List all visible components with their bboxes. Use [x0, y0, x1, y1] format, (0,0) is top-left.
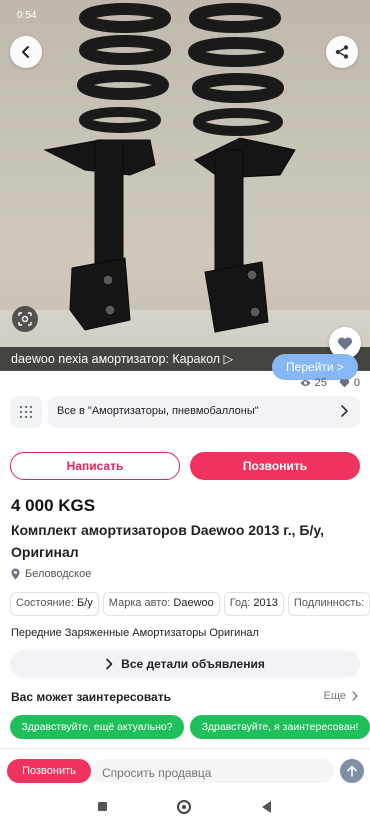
back-triangle-icon[interactable] — [262, 801, 271, 813]
lens-icon — [18, 312, 32, 326]
status-time: 0:54 — [17, 10, 37, 21]
listing-title: Комплект амортизаторов Daewoo 2013 г., Б… — [11, 522, 324, 560]
quick-reply-still-relevant[interactable]: Здравствуйте, ещё актуально? — [10, 715, 184, 739]
home-icon[interactable] — [177, 800, 191, 814]
heart-icon — [339, 378, 350, 388]
write-button[interactable]: Написать — [10, 452, 180, 480]
shock-absorbers-image — [43, 3, 296, 333]
categories-button[interactable] — [10, 396, 42, 428]
send-button[interactable] — [340, 759, 364, 783]
ad-banner-text: daewoo nexia амортизатор: Каракол ▷ — [11, 352, 234, 366]
chip-key: Подлинность: — [293, 597, 365, 609]
more-label: Еще — [323, 690, 346, 702]
recents-icon[interactable] — [98, 802, 107, 811]
chip-authenticity[interactable]: Подлинность: — [287, 592, 370, 616]
image-search-button[interactable] — [12, 306, 38, 332]
quick-reply-interested[interactable]: Здравствуйте, я заинтересован! — [190, 715, 370, 739]
interest-heading: Вас может заинтересовать — [11, 690, 171, 704]
location-text: Беловодское — [25, 568, 92, 580]
share-button[interactable] — [326, 36, 358, 68]
chip-key: Марка авто: — [108, 597, 171, 609]
listing-price: 4 000 KGS — [11, 496, 96, 515]
chip-value: Б/у — [77, 597, 93, 609]
chip-value: Daewoo — [173, 597, 214, 609]
status-bar: 0:54 — [0, 0, 370, 24]
chevron-left-icon — [22, 46, 29, 58]
views-stat: 25 — [300, 377, 327, 389]
back-button[interactable] — [10, 36, 42, 68]
category-link[interactable]: Все в "Амортизаторы, пневмобаллоны" — [48, 396, 360, 428]
chip-key: Состояние: — [16, 597, 74, 609]
grid-dots-icon — [19, 405, 33, 419]
all-details-button[interactable]: Все детали объявления — [10, 650, 360, 678]
views-count: 25 — [314, 377, 327, 389]
arrow-up-icon — [347, 765, 357, 777]
attribute-chips: Состояние: Б/у Марка авто: Daewoo Год: 201… — [10, 592, 370, 618]
favorites-stat: 0 — [339, 377, 360, 389]
chevron-right-icon — [352, 691, 358, 701]
chevron-right-icon — [106, 658, 113, 670]
listing-photo[interactable]: 0:54 — [0, 0, 370, 370]
chip-condition[interactable]: Состояние: Б/у — [10, 592, 99, 616]
eye-icon — [300, 380, 311, 386]
listing-stats: 25 0 — [300, 377, 360, 389]
divider — [0, 748, 370, 749]
all-details-label: Все детали объявления — [121, 657, 265, 671]
category-link-label: Все в "Амортизаторы, пневмобаллоны" — [57, 405, 259, 417]
location-pin-icon — [11, 568, 20, 580]
listing-description: Передние Заряженные Амортизаторы Оригина… — [11, 627, 259, 639]
chip-key: Год: — [229, 597, 251, 609]
favorites-count: 0 — [353, 377, 360, 389]
chip-car-brand[interactable]: Марка авто: Daewoo — [102, 592, 220, 616]
chevron-right-icon — [341, 405, 348, 417]
share-icon — [335, 45, 349, 59]
chip-year[interactable]: Год: 2013 — [223, 592, 284, 616]
system-nav-bar — [0, 790, 370, 822]
more-link[interactable]: Еще — [324, 690, 358, 702]
call-button[interactable]: Позвонить — [190, 452, 360, 480]
heart-icon — [337, 336, 353, 350]
chip-value: 2013 — [253, 597, 278, 609]
ask-seller-input[interactable] — [92, 759, 334, 783]
listing-location: Беловодское — [11, 568, 91, 580]
bottom-call-button[interactable]: Позвонить — [7, 759, 91, 783]
